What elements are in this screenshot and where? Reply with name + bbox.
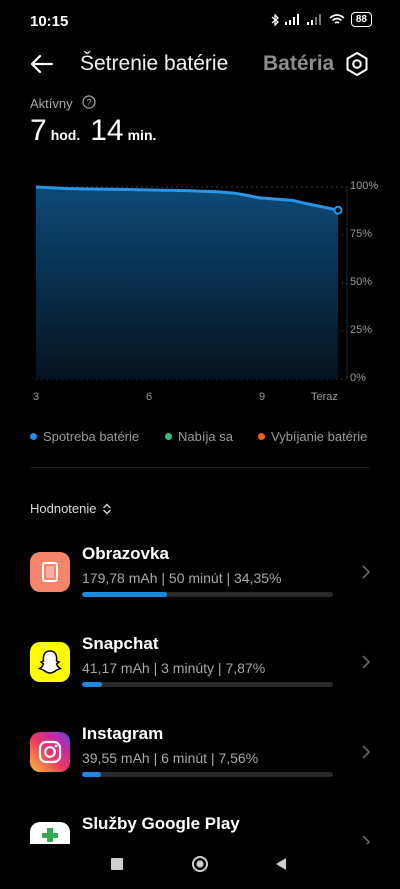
usage-bar-fill — [82, 592, 168, 597]
y-tick-label: 100% — [350, 180, 379, 192]
back-button[interactable] — [26, 48, 58, 80]
legend-item-usage: Spotreba batérie — [30, 429, 139, 444]
usage-bar-fill — [82, 682, 102, 687]
screen-icon — [30, 552, 70, 592]
svg-text:?: ? — [86, 98, 91, 108]
y-tick-label: 25% — [350, 324, 373, 336]
battery-chart — [35, 185, 348, 380]
app-name: Obrazovka — [82, 544, 169, 563]
tab-bateria[interactable]: Batéria — [263, 52, 334, 76]
chevron-right-icon — [362, 745, 371, 759]
divider — [30, 467, 370, 468]
snapchat-icon — [30, 642, 70, 682]
legend-dot-draining — [258, 433, 265, 440]
y-tick-label: 75% — [350, 228, 373, 240]
usage-bar-fill — [82, 772, 101, 777]
sort-chevron-icon — [102, 503, 111, 514]
gear-icon — [346, 52, 368, 76]
chart-area — [36, 187, 338, 379]
app-item-snapchat[interactable]: Snapchat 41,17 mAh | 3 minúty | 7,87% — [0, 622, 400, 712]
instagram-icon — [30, 732, 70, 772]
active-minutes: 14 — [90, 114, 124, 147]
y-tick-label: 0% — [350, 372, 366, 384]
usage-bar — [82, 772, 333, 777]
legend-item-draining: Vybíjanie batérie — [258, 429, 367, 444]
signal-icon — [284, 14, 299, 25]
legend-item-charging: Nabíja sa — [165, 429, 233, 444]
home-button[interactable] — [191, 855, 209, 873]
status-icons: 88 — [271, 12, 372, 27]
app-detail: 41,17 mAh | 3 minúty | 7,87% — [82, 660, 266, 676]
wifi-icon — [329, 13, 345, 24]
back-triangle-icon — [276, 858, 286, 870]
usage-bar — [82, 682, 333, 687]
x-tick-label: 3 — [33, 391, 40, 403]
y-tick-label: 50% — [350, 276, 373, 288]
settings-button[interactable] — [343, 50, 371, 78]
status-time: 10:15 — [30, 13, 69, 30]
page-title: Šetrenie batérie — [80, 52, 229, 75]
app-name: Instagram — [82, 724, 164, 743]
x-tick-label: Teraz — [311, 391, 338, 403]
sort-label: Hodnotenie — [30, 501, 97, 516]
app-item-google-play-services[interactable]: Služby Google Play — [0, 802, 400, 844]
legend-dot-charging — [165, 433, 172, 440]
recents-button[interactable] — [111, 858, 123, 870]
legend-label-charging: Nabíja sa — [178, 429, 233, 444]
back-arrow-icon — [30, 54, 54, 74]
home-circle-icon — [192, 856, 208, 872]
app-item-instagram[interactable]: Instagram 39,55 mAh | 6 minút | 7,56% — [0, 712, 400, 802]
bluetooth-icon — [271, 13, 279, 26]
app-detail: 39,55 mAh | 6 minút | 7,56% — [82, 750, 259, 766]
legend-dot-usage — [30, 433, 37, 440]
battery-indicator: 88 — [350, 12, 372, 27]
signal-icon-2 — [306, 14, 321, 25]
app-item-obrazovka[interactable]: Obrazovka 179,78 mAh | 50 minút | 34,35% — [0, 532, 400, 622]
app-detail: 179,78 mAh | 50 minút | 34,35% — [82, 570, 282, 586]
back-nav-button[interactable] — [273, 856, 289, 872]
chevron-right-icon — [362, 655, 371, 669]
chevron-right-icon — [362, 835, 371, 844]
active-minutes-unit: min. — [127, 127, 157, 143]
usage-bar — [82, 592, 333, 597]
legend-label-usage: Spotreba batérie — [43, 429, 140, 444]
chart-endpoint — [333, 205, 343, 215]
help-icon[interactable]: ? — [82, 95, 96, 109]
app-name: Snapchat — [82, 634, 159, 653]
active-label: Aktívny — [30, 96, 73, 111]
legend-label-draining: Vybíjanie batérie — [271, 429, 368, 444]
x-tick-label: 9 — [259, 391, 266, 403]
sort-dropdown[interactable]: Hodnotenie — [30, 501, 112, 516]
active-hours: 7 — [30, 114, 47, 147]
x-tick-label: 6 — [146, 391, 153, 403]
active-time: 7 hod. 14 min. — [30, 114, 162, 148]
chevron-right-icon — [362, 565, 371, 579]
google-play-services-icon — [30, 822, 70, 844]
app-name: Služby Google Play — [82, 814, 240, 833]
active-hours-unit: hod. — [50, 127, 81, 143]
